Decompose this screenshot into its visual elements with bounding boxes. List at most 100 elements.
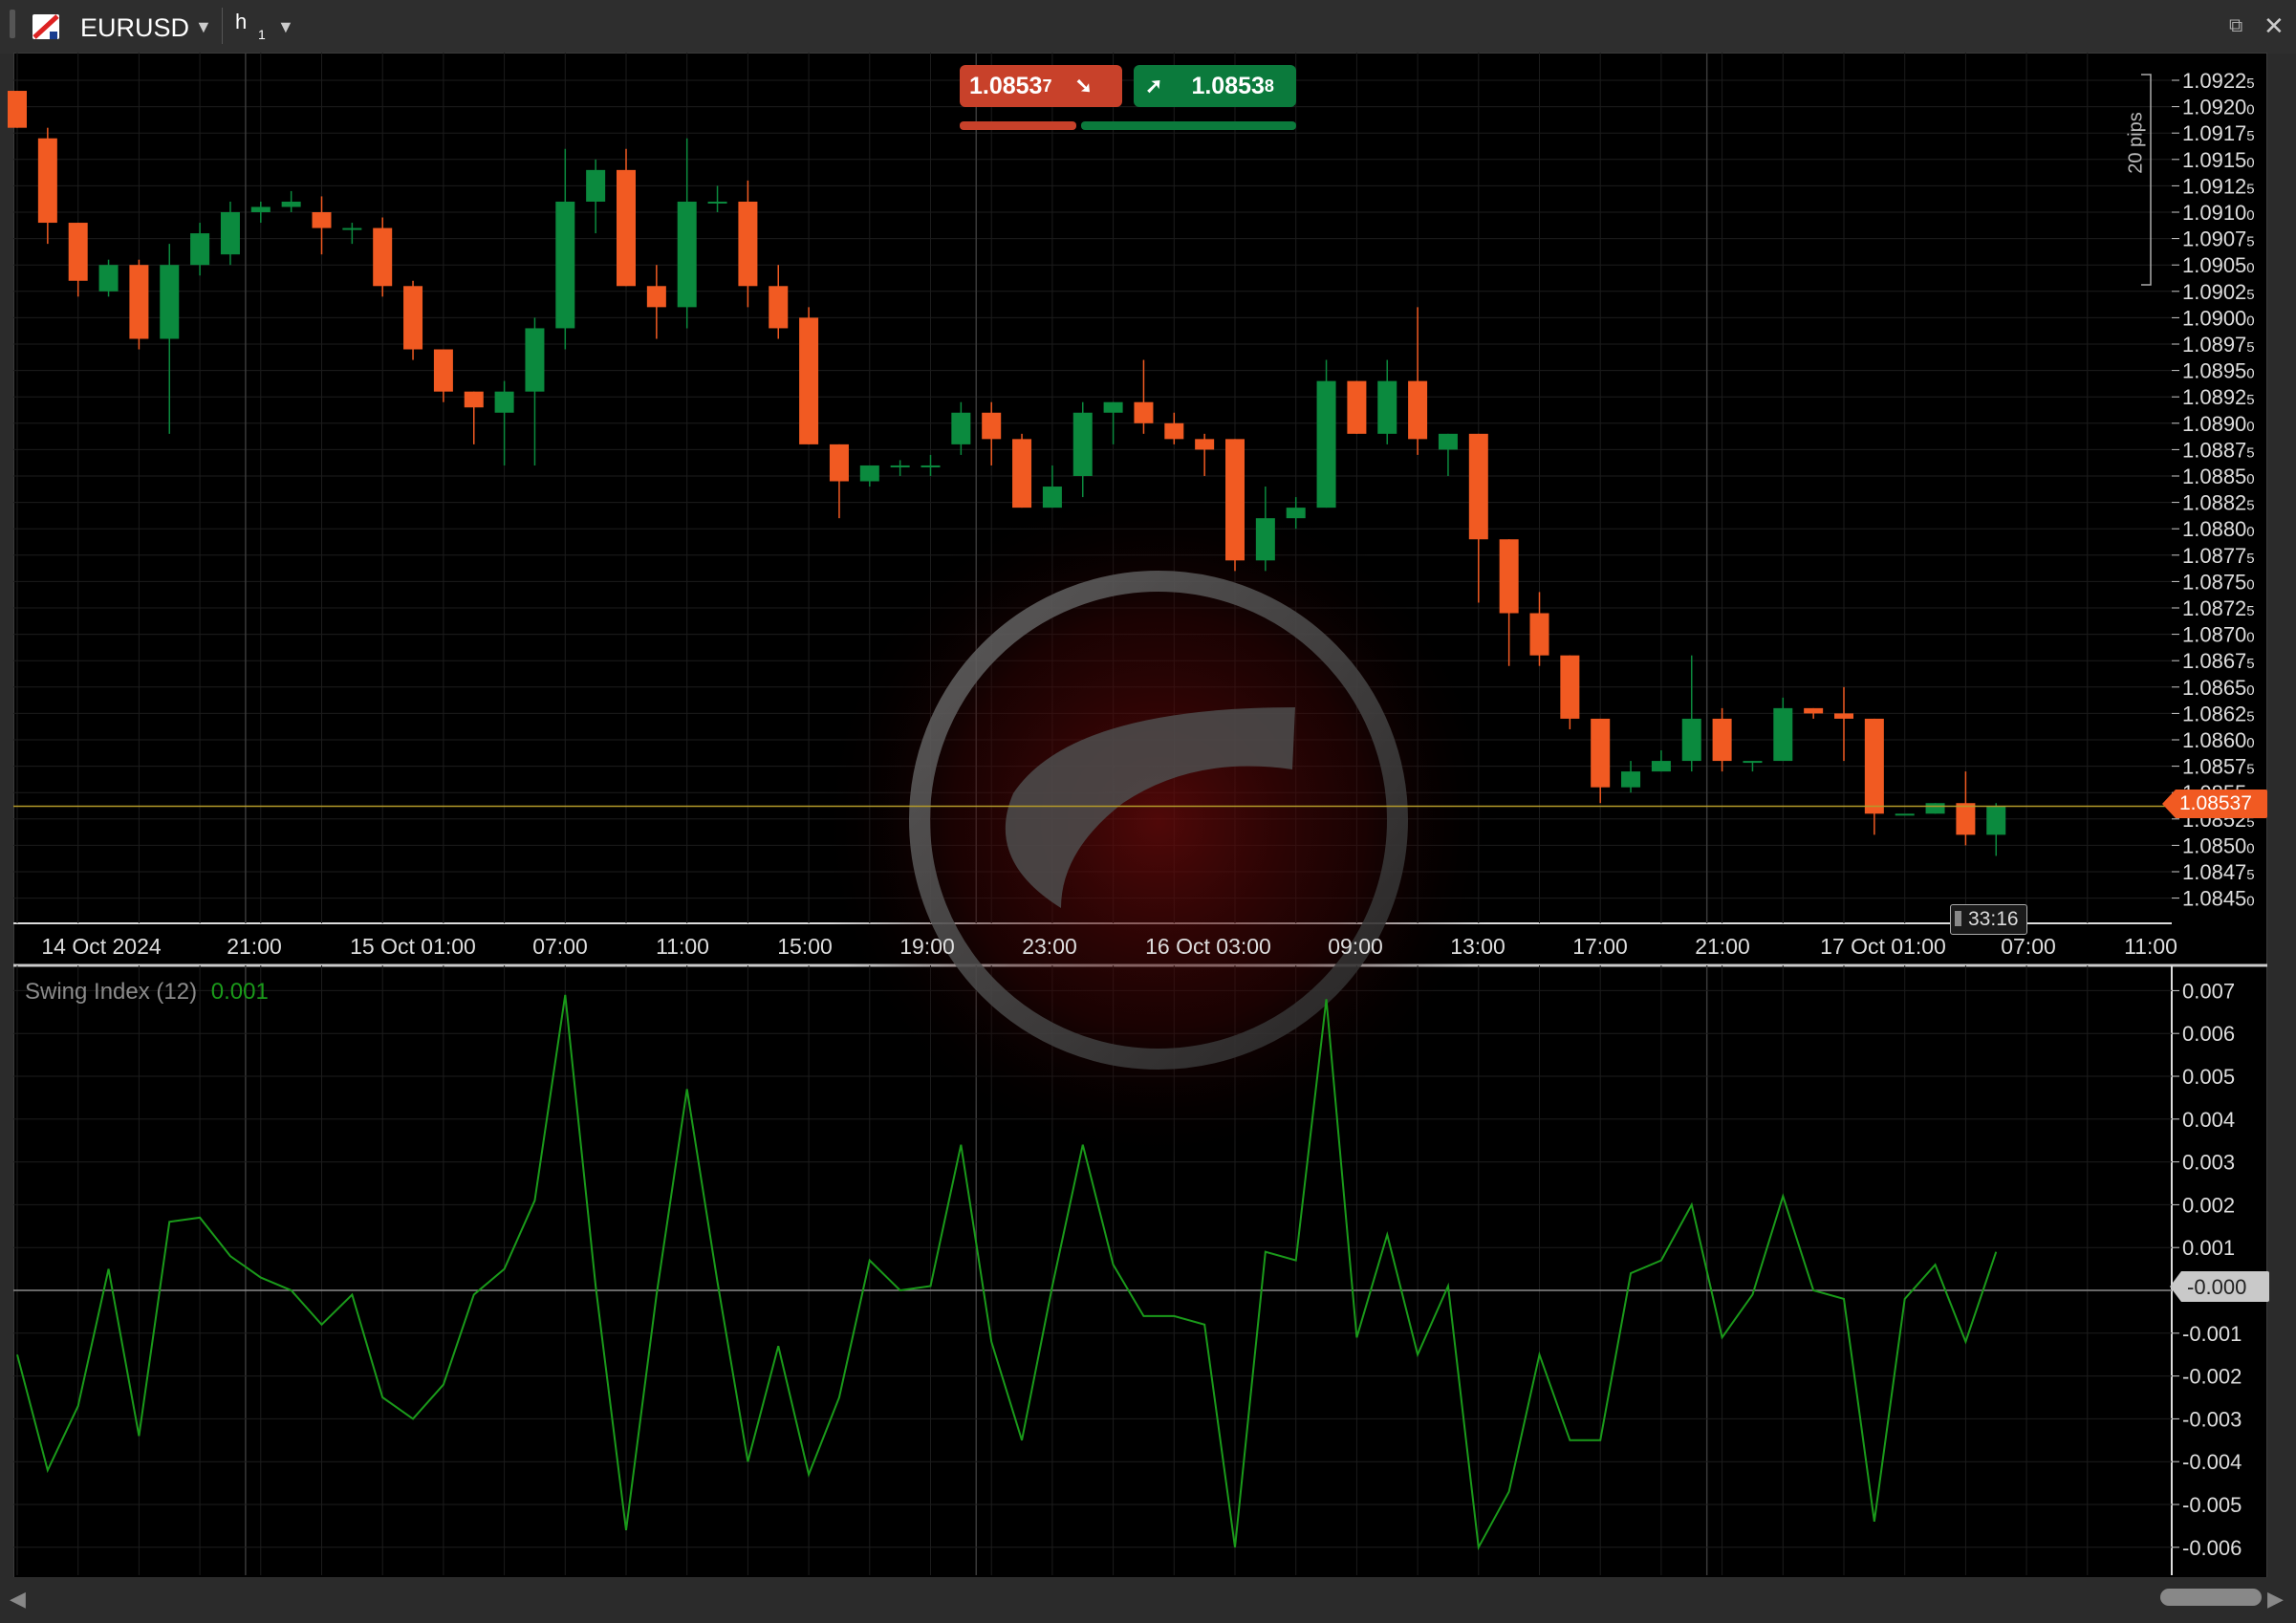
price-tick-sub-digit: 0 bbox=[2246, 894, 2254, 910]
indicator-tick-label: -0.006 bbox=[2182, 1536, 2242, 1560]
time-tick-label: 15:00 bbox=[777, 934, 833, 959]
indicator-tick-label: -0.001 bbox=[2182, 1322, 2242, 1346]
price-tick-label: 1.08500 bbox=[2182, 833, 2255, 857]
scroll-thumb[interactable] bbox=[2160, 1589, 2262, 1606]
price-tick-label: 1.08450 bbox=[2182, 887, 2255, 911]
price-tick-label: 1.08700 bbox=[2182, 623, 2255, 647]
candle-body bbox=[1286, 508, 1306, 519]
scroll-left-icon[interactable]: ◀ bbox=[10, 1587, 26, 1612]
price-tick-label: 1.08800 bbox=[2182, 517, 2255, 541]
indicator-tick-label: 0.002 bbox=[2182, 1193, 2235, 1217]
candle-body bbox=[1925, 803, 1945, 814]
price-axis[interactable]: 1.09225 1.092001.09175 1.091501.09125 1.091… bbox=[2141, 69, 2255, 911]
price-tick-sub-digit: 0 bbox=[2246, 419, 2254, 435]
candle-body bbox=[494, 391, 514, 413]
time-tick-label: 15 Oct 01:00 bbox=[350, 934, 476, 959]
price-tick-label: 1.09200 bbox=[2182, 96, 2255, 119]
candle-body bbox=[1773, 707, 1793, 762]
price-tick-label: 1.08975 bbox=[2182, 333, 2255, 357]
price-tick-sub-digit: 0 bbox=[2246, 313, 2254, 329]
candle-body bbox=[1438, 433, 1458, 450]
candle-body bbox=[555, 201, 575, 329]
price-tick-label: 1.08825 bbox=[2182, 491, 2255, 515]
time-tick-label: 07:00 bbox=[2001, 934, 2056, 959]
time-tick-label: 07:00 bbox=[532, 934, 588, 959]
candle-body bbox=[890, 465, 910, 467]
price-tick-sub-digit: 5 bbox=[2246, 392, 2254, 408]
price-tick-sub-digit: 5 bbox=[2246, 867, 2254, 883]
time-tick-label: 21:00 bbox=[1695, 934, 1750, 959]
price-tick-label: 1.08875 bbox=[2182, 438, 2255, 462]
price-tick-label: 1.09000 bbox=[2182, 306, 2255, 330]
price-tick-sub-digit: 5 bbox=[2246, 656, 2254, 672]
price-tick-sub-digit: 5 bbox=[2246, 76, 2254, 92]
candle-body bbox=[1012, 439, 1032, 509]
price-tick-label: 1.08925 bbox=[2182, 385, 2255, 409]
candle-body bbox=[1864, 718, 1884, 814]
candle-body bbox=[37, 138, 57, 224]
price-tick-sub-digit: 0 bbox=[2246, 155, 2254, 171]
time-tick-label: 17:00 bbox=[1572, 934, 1628, 959]
candle-body bbox=[1408, 380, 1428, 440]
price-tick-label: 1.08725 bbox=[2182, 596, 2255, 620]
candle-body bbox=[1560, 655, 1580, 719]
indicator-tick-label: 0.005 bbox=[2182, 1065, 2235, 1089]
current-price-label: 1.08537 bbox=[2179, 792, 2252, 814]
indicator-value: 0.001 bbox=[210, 979, 269, 1005]
candle-body bbox=[951, 412, 971, 444]
candle-body bbox=[769, 286, 789, 329]
candle-body bbox=[373, 227, 393, 287]
countdown-value: 33:16 bbox=[1968, 908, 2019, 930]
sell-arrow-icon: ➘ bbox=[1074, 74, 1093, 97]
price-tick-label: 1.09150 bbox=[2182, 148, 2255, 172]
time-tick-label: 13:00 bbox=[1450, 934, 1505, 959]
time-tick-label: 23:00 bbox=[1022, 934, 1077, 959]
indicator-tick-label: 0.007 bbox=[2182, 979, 2235, 1003]
candle-body bbox=[1195, 439, 1215, 450]
candle-body bbox=[160, 265, 180, 339]
price-tick-sub-digit: 0 bbox=[2246, 471, 2254, 487]
candle-body bbox=[982, 412, 1002, 440]
candle-body bbox=[1072, 412, 1093, 476]
indicator-legend[interactable]: Swing Index (12) 0.001 bbox=[25, 979, 269, 1006]
price-tick-label: 1.09225 bbox=[2182, 69, 2255, 93]
candle-body bbox=[1255, 518, 1275, 561]
candle-body bbox=[829, 444, 849, 482]
price-tick-label: 1.08900 bbox=[2182, 412, 2255, 436]
candle-body bbox=[799, 317, 819, 444]
candle-body bbox=[1681, 718, 1701, 762]
price-tick-sub-digit: 0 bbox=[2246, 366, 2254, 382]
indicator-tick-label: 0.004 bbox=[2182, 1108, 2235, 1132]
time-tick-label: 19:00 bbox=[899, 934, 955, 959]
indicator-current-label: -0.000 bbox=[2187, 1275, 2247, 1299]
indicator-tick-label: -0.003 bbox=[2182, 1407, 2242, 1431]
scroll-right-icon[interactable]: ▶ bbox=[2267, 1587, 2284, 1612]
candle-body bbox=[859, 465, 879, 482]
candle-body bbox=[8, 91, 27, 128]
candle-body bbox=[1986, 806, 2006, 835]
time-tick-label: 16 Oct 03:00 bbox=[1145, 934, 1271, 959]
candle-body bbox=[1103, 401, 1123, 413]
indicator-tick-label: 0.001 bbox=[2182, 1236, 2235, 1260]
candle-body bbox=[1591, 718, 1611, 788]
candle-body bbox=[98, 265, 119, 292]
price-tick-label: 1.09075 bbox=[2182, 227, 2255, 251]
sell-button[interactable]: 1.0853 7 ➘ bbox=[960, 65, 1122, 107]
price-tick-label: 1.08750 bbox=[2182, 570, 2255, 594]
buy-pip: 8 bbox=[1264, 76, 1274, 96]
bottom-scroll-bar[interactable]: ◀ ▶ bbox=[0, 1577, 2296, 1623]
buy-price: 1.0853 bbox=[1191, 72, 1265, 99]
price-tick-label: 1.08575 bbox=[2182, 755, 2255, 779]
price-tick-sub-digit: 5 bbox=[2246, 234, 2254, 250]
time-tick-label: 17 Oct 01:00 bbox=[1820, 934, 1946, 959]
chart-svg[interactable]: 1.09225 1.092001.09175 1.091501.09125 1.091… bbox=[0, 0, 2296, 1623]
buy-button[interactable]: ➚ 1.0853 8 bbox=[1134, 65, 1296, 107]
price-tick-sub-digit: 5 bbox=[2246, 551, 2254, 567]
sell-volume-bar bbox=[960, 121, 1076, 130]
price-tick-sub-digit: 5 bbox=[2246, 762, 2254, 778]
candle-body bbox=[646, 286, 666, 308]
indicator-name: Swing Index (12) bbox=[25, 979, 198, 1005]
price-tick-sub-digit: 0 bbox=[2246, 102, 2254, 119]
buy-arrow-icon: ➚ bbox=[1145, 74, 1163, 97]
candle-body bbox=[1651, 761, 1671, 772]
